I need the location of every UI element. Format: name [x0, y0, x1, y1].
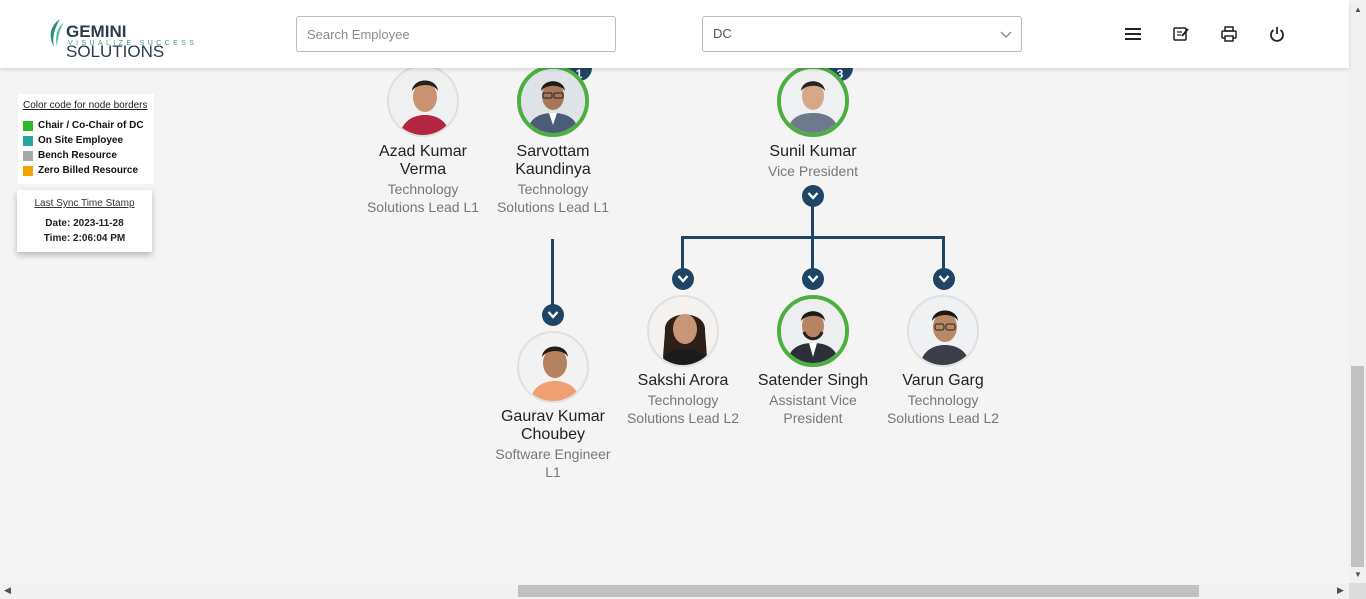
- logo-tagline: VISUALIZE SUCCESS: [68, 40, 198, 47]
- legend-swatch-teal: [23, 135, 33, 146]
- employee-title: Technology Solutions Lead L2: [626, 392, 740, 426]
- sync-date: Date: 2023-11-28: [45, 218, 124, 229]
- connector-line: [681, 236, 684, 270]
- legend-swatch-green: [23, 120, 33, 131]
- employee-title: Software Engineer L1: [495, 446, 611, 480]
- employee-title: Vice President: [767, 163, 858, 179]
- connector-line: [811, 236, 814, 270]
- person-photo-icon: [781, 299, 845, 363]
- avatar[interactable]: [777, 295, 849, 367]
- employee-title: Assistant Vice President: [769, 392, 857, 426]
- legend-item-label: Bench Resource: [38, 150, 117, 161]
- expand-toggle-button[interactable]: [933, 268, 955, 290]
- power-icon[interactable]: [1267, 24, 1287, 44]
- print-icon[interactable]: [1219, 24, 1239, 44]
- avatar[interactable]: [517, 331, 589, 403]
- scroll-down-arrow-icon[interactable]: ▼: [1354, 570, 1362, 579]
- person-photo-icon: [389, 67, 457, 135]
- employee-name[interactable]: Gaurav Kumar Choubey: [488, 408, 618, 444]
- employee-title: Technology Solutions Lead L2: [886, 392, 1000, 426]
- person-photo-icon: [519, 333, 587, 401]
- person-photo-icon: [909, 297, 977, 365]
- scroll-left-arrow-icon[interactable]: ◀: [4, 585, 11, 596]
- expand-toggle-button[interactable]: [672, 268, 694, 290]
- employee-name[interactable]: Varun Garg: [878, 372, 1008, 390]
- chevron-down-icon: [1000, 31, 1012, 38]
- logo-leaf-icon: [50, 19, 64, 47]
- connector-line: [811, 205, 814, 238]
- legend-item-label: Zero Billed Resource: [38, 165, 139, 176]
- avatar[interactable]: [777, 65, 849, 137]
- color-code-legend: Color code for node borders Chair / Co-C…: [18, 94, 154, 184]
- edit-notes-icon[interactable]: [1171, 24, 1191, 44]
- scrollbar-corner: [1349, 583, 1366, 599]
- expand-toggle-button[interactable]: [802, 185, 824, 207]
- legend-swatch-gray: [23, 150, 33, 161]
- menu-icon[interactable]: [1123, 24, 1143, 44]
- person-photo-icon: [521, 69, 585, 133]
- employee-name[interactable]: Satender Singh: [748, 372, 878, 390]
- expand-toggle-button[interactable]: [802, 268, 824, 290]
- legend-item-onsite: On Site Employee: [23, 133, 149, 148]
- legend-item-chair: Chair / Co-Chair of DC: [23, 118, 149, 133]
- person-photo-icon: [781, 69, 845, 133]
- legend-title: Color code for node borders: [23, 100, 148, 111]
- chevron-down-icon: [677, 275, 689, 283]
- legend-item-label: On Site Employee: [38, 135, 124, 146]
- avatar[interactable]: [387, 65, 459, 137]
- legend-item-zero-billed: Zero Billed Resource: [23, 163, 149, 178]
- chevron-down-icon: [807, 192, 819, 200]
- department-select[interactable]: DC: [702, 16, 1022, 52]
- search-employee-input[interactable]: [296, 16, 616, 52]
- avatar[interactable]: [907, 295, 979, 367]
- employee-name[interactable]: Sakshi Arora: [618, 372, 748, 390]
- chevron-down-icon: [807, 275, 819, 283]
- connector-line: [942, 236, 945, 270]
- legend-swatch-orange: [23, 165, 33, 176]
- employee-name[interactable]: Sunil Kumar: [748, 143, 878, 161]
- employee-name[interactable]: Sarvottam Kaundinya: [488, 143, 618, 179]
- legend-item-label: Chair / Co-Chair of DC: [38, 120, 144, 131]
- chevron-down-icon: [547, 311, 559, 319]
- employee-title: Technology Solutions Lead L1: [496, 181, 610, 215]
- legend-item-bench: Bench Resource: [23, 148, 149, 163]
- person-photo-icon: [649, 297, 717, 365]
- horizontal-scrollbar-thumb[interactable]: [518, 585, 1199, 597]
- company-logo[interactable]: GEMINI SOLUTIONS VISUALIZE SUCCESS: [46, 16, 216, 61]
- scroll-up-arrow-icon[interactable]: ▲: [1354, 5, 1362, 14]
- department-select-value: DC: [713, 26, 732, 41]
- connector-line: [551, 239, 554, 309]
- top-header: GEMINI SOLUTIONS VISUALIZE SUCCESS DC: [0, 0, 1349, 68]
- expand-toggle-button[interactable]: [542, 304, 564, 326]
- avatar[interactable]: [647, 295, 719, 367]
- employee-name[interactable]: Azad Kumar Verma: [358, 143, 488, 179]
- last-sync-panel: Last Sync Time Stamp Date: 2023-11-28 Ti…: [17, 190, 152, 252]
- vertical-scrollbar-thumb[interactable]: [1351, 366, 1364, 567]
- avatar[interactable]: [517, 65, 589, 137]
- sync-time: Time: 2:06:04 PM: [43, 233, 126, 244]
- employee-title: Technology Solutions Lead L1: [366, 181, 480, 215]
- chevron-down-icon: [938, 275, 950, 283]
- scroll-right-arrow-icon[interactable]: ▶: [1337, 585, 1344, 596]
- sync-title: Last Sync Time Stamp: [34, 198, 135, 209]
